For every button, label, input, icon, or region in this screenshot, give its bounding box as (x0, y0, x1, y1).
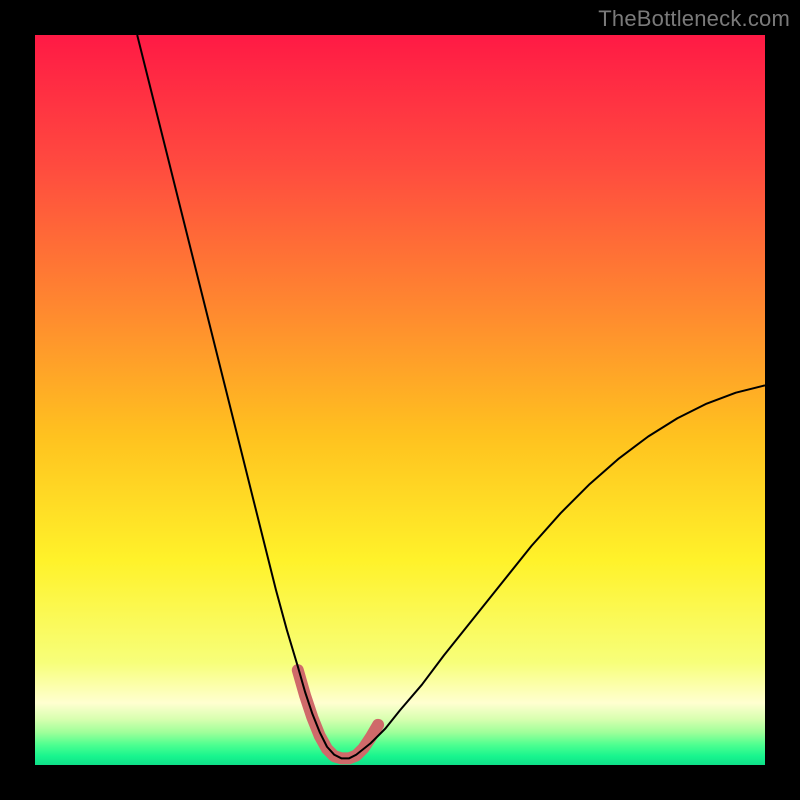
bottleneck-curve-path (137, 35, 765, 758)
curve-layer (35, 35, 765, 765)
plot-area (35, 35, 765, 765)
chart-stage: TheBottleneck.com (0, 0, 800, 800)
valley-highlight-path (298, 670, 378, 758)
watermark-text: TheBottleneck.com (598, 6, 790, 32)
